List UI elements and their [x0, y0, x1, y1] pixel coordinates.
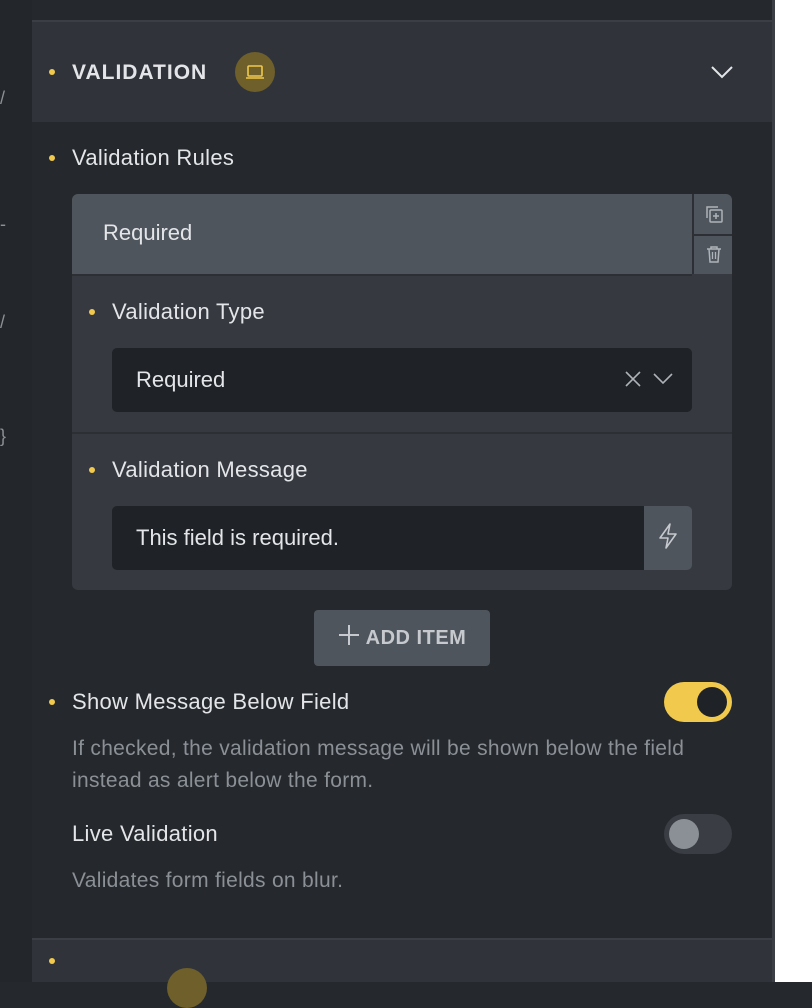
validation-type-label: Validation Type — [112, 299, 265, 324]
live-validation-label: Live Validation — [72, 821, 218, 846]
divider — [72, 432, 732, 434]
previous-section-edge — [32, 0, 772, 22]
plus-icon — [338, 624, 360, 652]
rail-icon-4[interactable]: } — [0, 426, 6, 447]
settings-panel: VALIDATION Validation Rules Required Val… — [32, 0, 772, 1008]
setting-indicator-dot — [89, 467, 95, 473]
left-sidebar-rail: / - / } — [0, 0, 32, 982]
setting-indicator-dot — [49, 69, 55, 75]
validation-section-header[interactable]: VALIDATION — [32, 22, 772, 122]
validation-rule-item: Required Validation Type Required Valida… — [72, 194, 732, 590]
validation-message-input[interactable] — [112, 506, 644, 570]
setting-indicator-dot — [89, 309, 95, 315]
next-section-header[interactable] — [32, 940, 772, 1008]
rail-icon-1[interactable]: / — [0, 88, 5, 109]
section-title: VALIDATION — [72, 61, 208, 84]
live-validation-toggle[interactable] — [664, 814, 732, 854]
clear-icon[interactable] — [624, 370, 642, 393]
setting-indicator-dot — [49, 699, 55, 705]
rail-icon-3[interactable]: / — [0, 312, 5, 333]
duplicate-icon[interactable] — [694, 194, 732, 236]
device-badge[interactable] — [167, 968, 207, 1008]
lightning-icon — [657, 522, 679, 554]
rule-item-title: Required — [103, 220, 193, 245]
show-message-below-description: If checked, the validation message will … — [72, 737, 685, 792]
toggle-knob — [669, 819, 699, 849]
validation-message-label: Validation Message — [112, 457, 308, 482]
setting-indicator-dot — [49, 155, 55, 161]
rule-item-actions — [692, 194, 732, 274]
laptop-icon[interactable] — [235, 52, 275, 92]
validation-type-value: Required — [136, 367, 226, 392]
live-validation-description: Validates form fields on blur. — [72, 869, 344, 892]
toggle-knob — [697, 687, 727, 717]
show-message-below-label: Show Message Below Field — [72, 689, 350, 714]
show-message-below-toggle[interactable] — [664, 682, 732, 722]
trash-icon[interactable] — [694, 234, 732, 274]
dynamic-data-button[interactable] — [644, 506, 692, 570]
validation-rules-label: Validation Rules — [72, 145, 235, 170]
chevron-down-icon[interactable] — [710, 60, 734, 89]
add-item-button[interactable]: ADD ITEM — [314, 610, 490, 666]
validation-type-select[interactable]: Required — [112, 348, 692, 412]
canvas-background — [775, 0, 812, 982]
chevron-down-icon[interactable] — [652, 372, 674, 391]
add-item-label: ADD ITEM — [365, 626, 467, 649]
rail-icon-2[interactable]: - — [0, 214, 6, 235]
setting-indicator-dot — [49, 958, 55, 964]
rule-item-header[interactable]: Required — [72, 194, 692, 276]
